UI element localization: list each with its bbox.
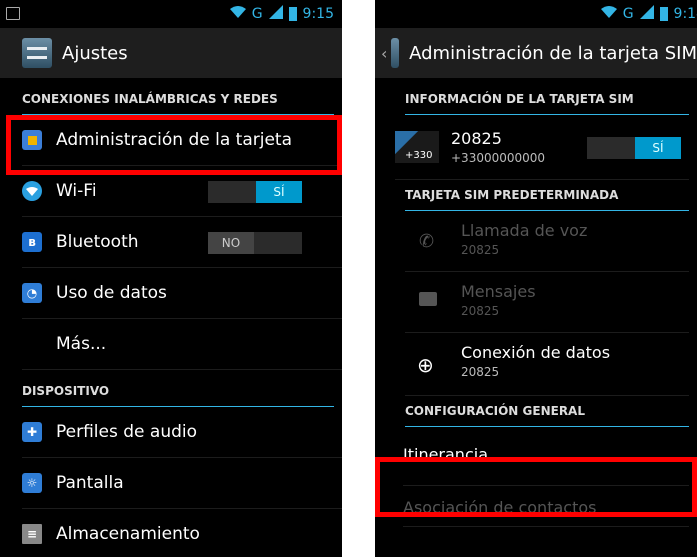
message-icon <box>419 292 437 306</box>
status-bar: G 9:15 <box>0 0 342 28</box>
messages-sim: 20825 <box>461 304 500 318</box>
voice-call-row[interactable]: ✆ Llamada de voz 20825 <box>405 211 689 272</box>
sim-card-number: +33000000000 <box>451 151 546 165</box>
sidebar-item-bluetooth[interactable]: ʙ Bluetooth NO <box>22 217 342 268</box>
settings-app-icon <box>391 38 400 68</box>
wifi-toggle[interactable]: SÍ <box>208 181 302 203</box>
highlight-roaming <box>375 457 697 517</box>
notification-icon <box>6 7 20 20</box>
network-type: G <box>622 6 634 22</box>
settings-app-icon <box>22 38 52 68</box>
messages-label: Mensajes <box>461 282 536 301</box>
bluetooth-toggle[interactable]: NO <box>208 232 302 254</box>
wifi-icon <box>22 181 42 201</box>
sim-card-name: 20825 <box>451 129 502 148</box>
data-connection-row[interactable]: ⊕ Conexión de datos 20825 <box>405 333 689 396</box>
data-connection-sim: 20825 <box>461 365 500 379</box>
audio-profiles-label: Perfiles de audio <box>56 422 198 442</box>
section-default-sim: TARJETA SIM PREDETERMINADA <box>405 180 689 211</box>
voice-call-label: Llamada de voz <box>461 221 588 240</box>
bluetooth-icon: ʙ <box>22 232 42 252</box>
storage-icon: ≡ <box>22 524 42 544</box>
data-usage-icon: ◔ <box>22 283 42 303</box>
sidebar-item-more[interactable]: Más... <box>22 319 342 370</box>
network-type: G <box>251 6 263 22</box>
page-title: Administración de la tarjeta SIM <box>409 42 697 64</box>
wifi-label: Wi-Fi <box>56 181 97 201</box>
display-icon: ☼ <box>22 473 42 493</box>
messages-row[interactable]: Mensajes 20825 <box>405 272 689 333</box>
sim-card-toggle-state: SÍ <box>635 137 681 159</box>
sim-card-toggle[interactable]: SÍ <box>587 137 681 159</box>
section-sim-info: INFORMACIÓN DE LA TARJETA SIM <box>405 78 689 115</box>
sim-card-badge: +330 <box>405 150 433 161</box>
section-device: DISPOSITIVO <box>22 370 334 407</box>
clock: 9:15 <box>302 6 334 22</box>
storage-label: Almacenamiento <box>56 524 200 544</box>
cell-signal-icon <box>639 5 654 23</box>
audio-profiles-icon: ✚ <box>22 422 42 442</box>
section-wireless: CONEXIONES INALÁMBRICAS Y REDES <box>22 78 334 115</box>
action-bar: Ajustes <box>0 28 342 78</box>
action-bar: ‹ Administración de la tarjeta SIM <box>375 28 697 78</box>
bluetooth-label: Bluetooth <box>56 232 139 252</box>
display-label: Pantalla <box>56 473 124 493</box>
sidebar-item-storage[interactable]: ≡ Almacenamiento <box>22 509 342 557</box>
clock: 9:14 <box>673 6 697 22</box>
cell-signal-icon <box>268 5 283 23</box>
sidebar-item-display[interactable]: ☼ Pantalla <box>22 458 342 509</box>
status-bar: G 9:14 <box>375 0 697 28</box>
sidebar-item-audio-profiles[interactable]: ✚ Perfiles de audio <box>22 407 342 458</box>
wifi-signal-icon <box>600 5 617 23</box>
sim-management-screen: G 9:14 ‹ Administración de la tarjeta SI… <box>375 0 697 557</box>
phone-icon: ✆ <box>419 231 435 252</box>
battery-icon <box>659 7 668 21</box>
battery-icon <box>288 7 297 21</box>
back-caret-icon[interactable]: ‹ <box>381 44 387 63</box>
more-label: Más... <box>56 334 107 354</box>
data-connection-label: Conexión de datos <box>461 343 611 362</box>
page-title: Ajustes <box>62 42 128 64</box>
wifi-toggle-state: SÍ <box>256 181 302 203</box>
data-usage-label: Uso de datos <box>56 283 167 303</box>
sidebar-item-data-usage[interactable]: ◔ Uso de datos <box>22 268 342 319</box>
sim-card-thumbnail: +330 <box>395 131 439 163</box>
voice-call-sim: 20825 <box>461 243 500 257</box>
sim-card-row[interactable]: +330 20825 +33000000000 SÍ <box>395 115 689 180</box>
bluetooth-toggle-state: NO <box>208 232 254 254</box>
highlight-sim-management <box>6 115 342 175</box>
section-general: CONFIGURACIÓN GENERAL <box>405 396 689 427</box>
wifi-signal-icon <box>229 5 246 23</box>
settings-screen: G 9:15 Ajustes CONEXIONES INALÁMBRICAS Y… <box>0 0 342 557</box>
globe-icon: ⊕ <box>417 353 434 377</box>
